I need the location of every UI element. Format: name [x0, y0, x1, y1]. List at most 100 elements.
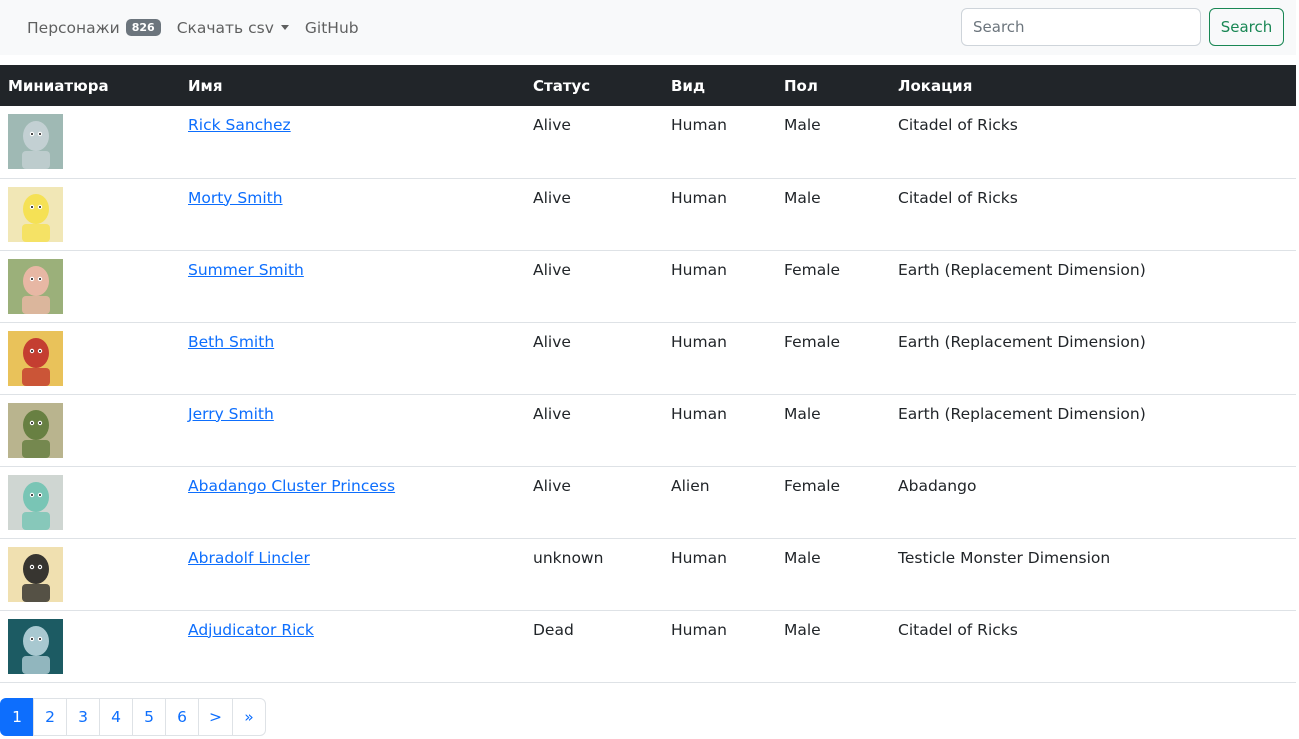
status-cell: Dead [525, 610, 663, 683]
species-cell: Human [663, 178, 776, 251]
species-cell: Human [663, 394, 776, 467]
gender-cell: Female [776, 250, 890, 323]
table-header: Миниатюра Имя Статус Вид Пол Локация [0, 65, 1296, 106]
character-name-link[interactable]: Adjudicator Rick [188, 621, 314, 639]
thumbnail-cell [0, 394, 180, 467]
caret-down-icon[interactable] [280, 25, 289, 30]
search-input[interactable] [961, 8, 1201, 46]
thumbnail-cell [0, 538, 180, 611]
location-cell: Citadel of Ricks [890, 106, 1296, 179]
column-header-gender: Пол [784, 76, 818, 95]
character-thumbnail [8, 474, 63, 530]
thumbnail-cell [0, 322, 180, 395]
character-name-link[interactable]: Rick Sanchez [188, 116, 291, 134]
next-page-button[interactable]: > [198, 698, 233, 736]
location-cell: Testicle Monster Dimension [890, 538, 1296, 611]
character-thumbnail [8, 330, 63, 386]
search-form: Search [961, 8, 1284, 46]
name-cell: Jerry Smith [180, 394, 525, 467]
characters-link[interactable]: Персонажи [27, 19, 120, 37]
thumbnail-cell [0, 106, 180, 179]
characters-table-wrapper: Миниатюра Имя Статус Вид Пол Локация Ric… [0, 65, 1296, 683]
status-cell: Alive [525, 178, 663, 251]
location-cell: Abadango [890, 466, 1296, 539]
gender-cell: Female [776, 322, 890, 395]
location-cell: Citadel of Ricks [890, 178, 1296, 251]
pagination: 1 2 3 4 5 6 >» [0, 698, 266, 736]
gender-cell: Male [776, 178, 890, 251]
last-page-button[interactable]: » [232, 698, 266, 736]
column-header-thumbnail: Миниатюра [8, 76, 109, 95]
thumbnail-cell [0, 250, 180, 323]
column-header-name: Имя [188, 76, 223, 95]
nav-item-characters[interactable]: Персонажи 826 [27, 19, 161, 37]
species-cell: Human [663, 538, 776, 611]
character-name-link[interactable]: Abadango Cluster Princess [188, 477, 395, 495]
page-2-button[interactable]: 2 [33, 698, 67, 736]
page-6-button[interactable]: 6 [165, 698, 199, 736]
status-cell: Alive [525, 466, 663, 539]
character-thumbnail [8, 114, 63, 169]
table-row: Abradolf Lincler unknown Human Male Testicle… [0, 538, 1296, 611]
table-row: Rick Sanchez Alive Human Male Citadel of Ric… [0, 106, 1296, 179]
table-row: Abadango Cluster Princess Alive Alien Femal… [0, 466, 1296, 539]
species-cell: Human [663, 250, 776, 323]
species-cell: Human [663, 106, 776, 179]
character-thumbnail [8, 402, 63, 458]
nav-item-github[interactable]: GitHub [305, 19, 359, 37]
gender-cell: Male [776, 538, 890, 611]
character-name-link[interactable]: Summer Smith [188, 261, 304, 279]
search-button[interactable]: Search [1209, 8, 1284, 46]
status-cell: unknown [525, 538, 663, 611]
species-cell: Human [663, 610, 776, 683]
name-cell: Adjudicator Rick [180, 610, 525, 683]
thumbnail-cell [0, 466, 180, 539]
character-name-link[interactable]: Morty Smith [188, 189, 283, 207]
table-row: Summer Smith Alive Human Female Earth (Repla… [0, 250, 1296, 323]
character-name-link[interactable]: Beth Smith [188, 333, 274, 351]
character-name-link[interactable]: Jerry Smith [188, 405, 274, 423]
location-cell: Citadel of Ricks [890, 610, 1296, 683]
characters-table: Миниатюра Имя Статус Вид Пол Локация Ric… [0, 65, 1296, 683]
download-csv-dropdown[interactable]: Скачать csv [177, 19, 274, 37]
page-5-button[interactable]: 5 [132, 698, 166, 736]
name-cell: Abradolf Lincler [180, 538, 525, 611]
nav-links: Персонажи 826 Скачать csv GitHub [0, 19, 375, 37]
species-cell: Alien [663, 466, 776, 539]
table-row: Jerry Smith Alive Human Male Earth (Replacem… [0, 394, 1296, 467]
thumbnail-cell [0, 610, 180, 683]
page-4-button[interactable]: 4 [99, 698, 133, 736]
name-cell: Summer Smith [180, 250, 525, 323]
gender-cell: Male [776, 394, 890, 467]
character-thumbnail [8, 618, 63, 674]
status-cell: Alive [525, 322, 663, 395]
name-cell: Beth Smith [180, 322, 525, 395]
navbar: Персонажи 826 Скачать csv GitHub Search [0, 0, 1296, 55]
table-body: Rick Sanchez Alive Human Male Citadel of Ric… [0, 106, 1296, 683]
thumbnail-cell [0, 178, 180, 251]
table-row: Adjudicator Rick Dead Human Male Citadel of … [0, 610, 1296, 683]
name-cell: Morty Smith [180, 178, 525, 251]
gender-cell: Male [776, 106, 890, 179]
gender-cell: Male [776, 610, 890, 683]
page-3-button[interactable]: 3 [66, 698, 100, 736]
location-cell: Earth (Replacement Dimension) [890, 394, 1296, 467]
page-1-button[interactable]: 1 [0, 698, 34, 736]
column-header-species: Вид [671, 76, 706, 95]
characters-count-badge: 826 [125, 19, 161, 36]
location-cell: Earth (Replacement Dimension) [890, 250, 1296, 323]
location-cell: Earth (Replacement Dimension) [890, 322, 1296, 395]
nav-item-download[interactable]: Скачать csv [177, 19, 289, 37]
name-cell: Rick Sanchez [180, 106, 525, 179]
status-cell: Alive [525, 106, 663, 179]
column-header-status: Статус [533, 76, 591, 95]
name-cell: Abadango Cluster Princess [180, 466, 525, 539]
character-thumbnail [8, 186, 63, 242]
character-thumbnail [8, 546, 63, 602]
table-row: Morty Smith Alive Human Male Citadel of Rick… [0, 178, 1296, 251]
table-header-row: Миниатюра Имя Статус Вид Пол Локация [0, 65, 1296, 106]
status-cell: Alive [525, 394, 663, 467]
table-row: Beth Smith Alive Human Female Earth (Replace… [0, 322, 1296, 395]
github-link[interactable]: GitHub [305, 19, 359, 37]
character-name-link[interactable]: Abradolf Lincler [188, 549, 310, 567]
